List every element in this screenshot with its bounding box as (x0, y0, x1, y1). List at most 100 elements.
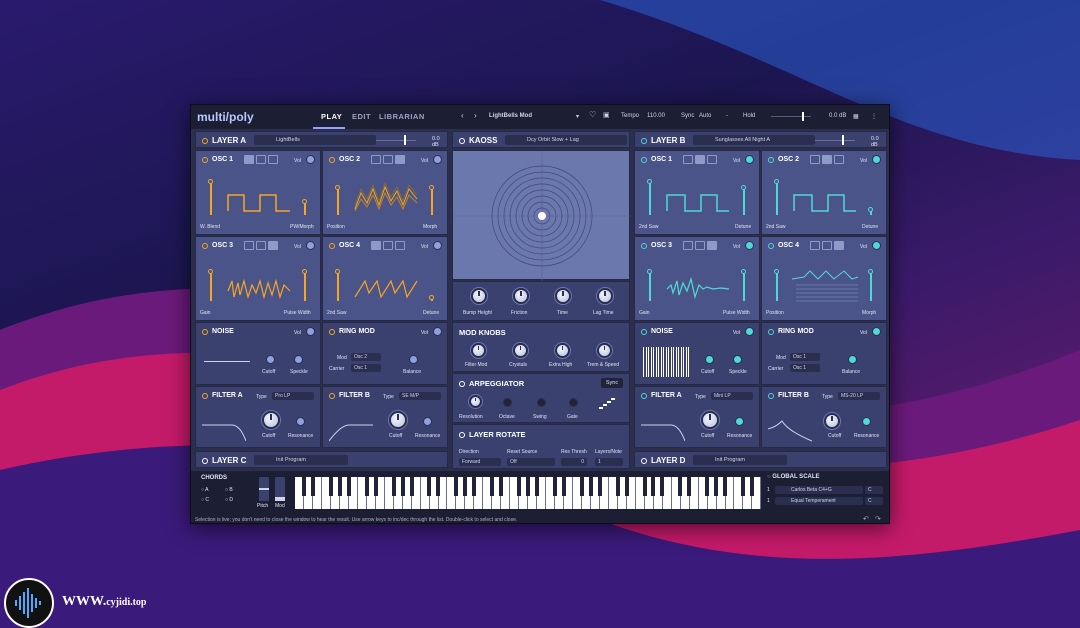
black-key[interactable] (472, 477, 477, 496)
detune-slider[interactable] (741, 185, 746, 215)
slider-thumb[interactable] (335, 269, 340, 274)
noise-vol-knob[interactable] (306, 327, 315, 336)
filter-type-dropdown[interactable]: Mini LP (711, 392, 753, 400)
black-key[interactable] (705, 477, 710, 496)
cutoff-knob[interactable] (824, 413, 840, 429)
undo-icon[interactable]: ↶ (863, 515, 869, 523)
osc4-power-icon[interactable] (768, 242, 774, 249)
ringmod-vol-knob[interactable] (433, 327, 442, 336)
black-key[interactable] (526, 477, 530, 496)
crystals-knob[interactable] (513, 343, 528, 358)
waveform-select-icon[interactable] (707, 241, 717, 250)
black-key[interactable] (660, 477, 665, 496)
gate-knob[interactable] (569, 398, 578, 407)
layer-b-preset-selector[interactable]: Sunglasses All Night A (693, 135, 815, 145)
waveform-select-icon[interactable] (244, 241, 254, 250)
waveform-select-icon[interactable] (822, 155, 832, 164)
black-key[interactable] (588, 477, 593, 496)
layer-a-volume-slider[interactable] (376, 140, 416, 141)
settings-icon[interactable]: ▦ (853, 113, 859, 120)
octave-knob[interactable] (503, 398, 512, 407)
filter-a-power-icon[interactable] (202, 392, 208, 399)
waveform-select-icon[interactable] (268, 241, 278, 250)
black-key[interactable] (310, 477, 315, 496)
filter-b-power-icon[interactable] (329, 392, 335, 399)
waveform-select-icon[interactable] (683, 155, 693, 164)
w-blend-slider[interactable] (208, 179, 213, 215)
ringmod-vol-knob[interactable] (872, 327, 881, 336)
black-key[interactable] (750, 477, 755, 496)
waveform-select-icon[interactable] (383, 241, 393, 250)
waveform-select-icon[interactable] (695, 241, 705, 250)
filter-b-power-icon[interactable] (768, 392, 774, 399)
kaoss-pad[interactable] (452, 150, 631, 281)
black-key[interactable] (714, 477, 719, 496)
waveform-select-icon[interactable] (256, 241, 266, 250)
black-key[interactable] (463, 477, 468, 496)
black-key[interactable] (741, 477, 746, 496)
osc3-power-icon[interactable] (202, 242, 208, 249)
master-slider-thumb[interactable] (802, 112, 804, 121)
noise-cutoff-knob[interactable] (266, 355, 275, 364)
sync-value[interactable]: Auto (699, 113, 711, 119)
swing-knob[interactable] (537, 398, 546, 407)
black-key[interactable] (346, 477, 351, 496)
chord-a[interactable]: ○ A (201, 487, 208, 493)
osc2-power-icon[interactable] (329, 156, 335, 163)
bump-height-knob[interactable] (471, 288, 487, 304)
osc-vol-knob[interactable] (306, 241, 315, 250)
slider-thumb[interactable] (335, 185, 340, 190)
osc-vol-knob[interactable] (745, 241, 754, 250)
black-key[interactable] (561, 477, 566, 496)
black-key[interactable] (597, 477, 602, 496)
menu-icon[interactable]: ⋮ (871, 113, 877, 120)
osc-vol-knob[interactable] (872, 155, 881, 164)
arp-sync-button[interactable]: Sync (601, 378, 623, 388)
slider-thumb[interactable] (741, 269, 746, 274)
black-key[interactable] (642, 477, 647, 496)
position-slider[interactable] (774, 269, 779, 301)
black-key[interactable] (337, 477, 342, 496)
layer-a-volume-thumb[interactable] (404, 135, 406, 145)
pw-morph-slider[interactable] (302, 199, 307, 215)
waveform-select-icon[interactable] (395, 241, 405, 250)
tuning-key-dropdown[interactable]: C (865, 497, 883, 505)
layer-a-preset-selector[interactable]: LightBells (254, 135, 376, 145)
master-slider[interactable] (771, 116, 811, 117)
preset-name[interactable]: LightBells Mod (489, 113, 532, 119)
kaoss-preset-selector[interactable]: Dcy Orbit Slow + Lag (505, 135, 627, 145)
time-knob[interactable] (555, 288, 571, 304)
lag-time-knob[interactable] (597, 288, 613, 304)
black-key[interactable] (534, 477, 539, 496)
black-key[interactable] (552, 477, 557, 496)
scale-key-dropdown[interactable]: C (865, 486, 883, 494)
black-key[interactable] (723, 477, 728, 496)
cutoff-knob[interactable] (389, 411, 407, 429)
mod-source-dropdown[interactable]: Osc 2 (351, 353, 381, 361)
noise-speckle-knob[interactable] (294, 355, 303, 364)
noise-cutoff-knob[interactable] (705, 355, 714, 364)
preset-dropdown-icon[interactable]: ▾ (576, 113, 579, 120)
black-key[interactable] (579, 477, 584, 496)
filter-type-dropdown[interactable]: SE M/P (399, 392, 441, 400)
waveform-select-icon[interactable] (244, 155, 254, 164)
osc-vol-knob[interactable] (745, 155, 754, 164)
hold-label[interactable]: Hold (743, 113, 755, 119)
slider-thumb[interactable] (302, 199, 307, 204)
waveform-select-icon[interactable] (371, 155, 381, 164)
extra-high-knob[interactable] (555, 343, 570, 358)
save-icon[interactable]: ▣ (603, 111, 610, 119)
balance-knob[interactable] (409, 355, 418, 364)
black-key[interactable] (373, 477, 378, 496)
res-thresh-field[interactable]: 0 (561, 458, 587, 466)
arp-power-icon[interactable] (459, 380, 465, 387)
pulse-width-slider[interactable] (302, 269, 307, 301)
waveform-select-icon[interactable] (695, 155, 705, 164)
second-saw-slider[interactable] (335, 269, 340, 301)
black-key[interactable] (301, 477, 306, 496)
osc2-power-icon[interactable] (768, 156, 774, 163)
black-key[interactable] (624, 477, 629, 496)
black-key[interactable] (499, 477, 504, 496)
minus-icon[interactable]: - (726, 113, 728, 119)
balance-knob[interactable] (848, 355, 857, 364)
